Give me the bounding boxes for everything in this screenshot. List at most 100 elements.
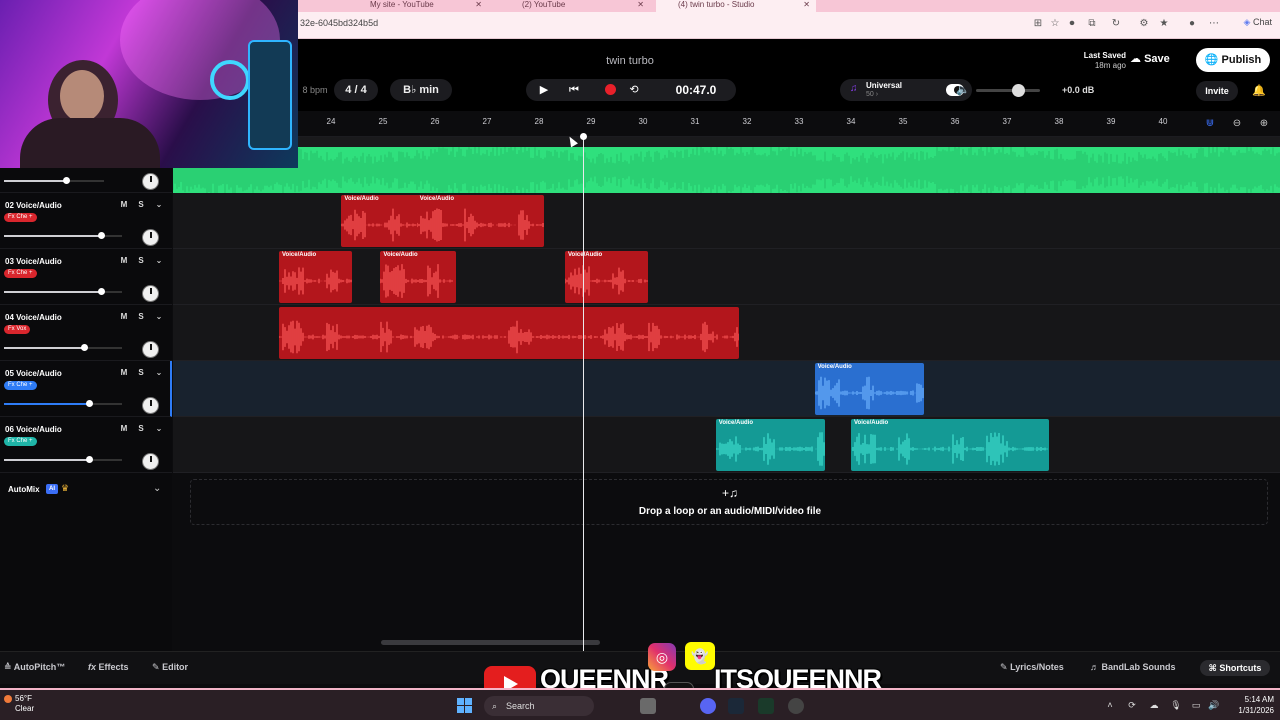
playhead[interactable]	[583, 137, 584, 651]
pan-knob[interactable]	[142, 229, 159, 246]
fader-knob[interactable]	[81, 344, 89, 351]
autopitch-button[interactable]: ≙ AutoPitch™	[4, 662, 65, 673]
fx-badge[interactable]: Fx Che +	[4, 437, 37, 446]
pan-knob[interactable]	[142, 453, 159, 470]
publish-button[interactable]: 🌐 Publish	[1196, 48, 1270, 72]
tempo-field[interactable]: 8 bpm	[298, 79, 332, 101]
track-header[interactable]: 03 Voice/Audio Fx Che + M S ⌄	[0, 249, 172, 305]
fx-badge[interactable]: Fx Che +	[4, 381, 37, 390]
fader-knob[interactable]	[97, 232, 105, 239]
skip-back-button[interactable]: ⏮	[562, 79, 586, 101]
track-header[interactable]: 06 Voice/Audio Fx Che + M S ⌄	[0, 417, 172, 473]
network-icon[interactable]: ⟳	[1126, 699, 1138, 711]
bandlab-sounds-button[interactable]: ♬ BandLab Sounds	[1090, 662, 1176, 672]
timeline-ruler[interactable]: 24 25 26 27 28 29 30 31 32 33 34 35 36 37 38 39 40 ⋓ ⊖ ⊕	[173, 111, 1280, 137]
pan-knob[interactable]	[142, 285, 159, 302]
microphone-icon[interactable]: ⏺	[1066, 18, 1078, 30]
track-name[interactable]: 05 Voice/Audio	[5, 369, 62, 378]
zoom-in-icon[interactable]: ⊕	[1257, 117, 1271, 131]
track-lane[interactable]	[173, 137, 1280, 193]
audio-clip[interactable]: Voice/Audio	[380, 251, 456, 303]
mute-button[interactable]: M	[117, 367, 131, 379]
chevron-down-icon[interactable]: ⌄	[152, 423, 166, 435]
track-volume-fader[interactable]	[4, 232, 122, 239]
pan-knob[interactable]	[142, 397, 159, 414]
audio-clip[interactable]: Voice/Audio	[416, 195, 545, 247]
notification-bell-icon[interactable]: 🔔	[1248, 81, 1270, 101]
track-lane[interactable]	[173, 305, 1280, 361]
url-field[interactable]: 32e-6045bd324b5d	[300, 18, 378, 28]
snap-magnet-icon[interactable]: ⋓	[1203, 117, 1217, 131]
mute-button[interactable]: M	[117, 255, 131, 267]
loop-button[interactable]: ⟲	[622, 79, 646, 101]
close-icon[interactable]: ✕	[475, 0, 482, 10]
weather-widget[interactable]: 56°F Clear	[4, 694, 34, 714]
playhead-handle[interactable]	[580, 133, 587, 140]
mute-button[interactable]: M	[117, 311, 131, 323]
taskbar-clock[interactable]: 5:14 AM 1/31/2026	[1228, 694, 1274, 716]
editor-button[interactable]: ✎ Editor	[152, 662, 188, 673]
track-volume-fader[interactable]	[4, 177, 104, 184]
app-icon[interactable]	[758, 698, 774, 714]
speaker-icon[interactable]: 🔈	[956, 83, 970, 96]
fx-badge[interactable]: Fx Vox	[4, 325, 31, 334]
track-header[interactable]: 02 Voice/Audio Fx Che + M S ⌄	[0, 193, 172, 249]
automix-row[interactable]: AutoMix AI ♛ ⌄	[0, 480, 172, 500]
fx-badge[interactable]: Fx Che +	[4, 269, 37, 278]
obs-icon[interactable]	[788, 698, 804, 714]
browser-tab-active[interactable]: (4) twin turbo - Studio ✕	[656, 0, 816, 12]
mute-button[interactable]: M	[117, 423, 131, 435]
solo-button[interactable]: S	[134, 255, 148, 267]
extension-icon[interactable]: ⚙	[1138, 18, 1150, 30]
track-lane[interactable]: Voice/Audio	[173, 361, 1280, 417]
invite-button[interactable]: Invite	[1196, 81, 1238, 101]
star-icon[interactable]: ☆	[1049, 18, 1061, 30]
chevron-up-icon[interactable]: ˄	[1104, 699, 1116, 711]
master-volume-slider[interactable]	[976, 89, 1040, 92]
solo-button[interactable]: S	[134, 199, 148, 211]
audio-clip[interactable]: Voice/Audio	[715, 419, 825, 471]
record-button[interactable]	[598, 79, 622, 101]
chevron-down-icon[interactable]: ⌄	[152, 199, 166, 211]
extension-icon[interactable]: ⧉	[1086, 18, 1098, 30]
volume-icon[interactable]: 🔊	[1208, 699, 1220, 711]
microphone-icon[interactable]: 🎙	[1170, 699, 1182, 711]
taskbar-search[interactable]: ⌕ Search	[484, 696, 594, 716]
effects-button[interactable]: fx Effects	[88, 662, 129, 672]
play-button[interactable]: ▶	[532, 79, 556, 101]
chevron-down-icon[interactable]: ⌄	[152, 255, 166, 267]
chevron-down-icon[interactable]: ⌄	[153, 483, 161, 494]
solo-button[interactable]: S	[134, 311, 148, 323]
copilot-chat-button[interactable]: ◈ Chat	[1244, 17, 1272, 28]
fader-knob[interactable]	[85, 400, 93, 407]
pan-knob[interactable]	[142, 173, 159, 190]
more-icon[interactable]: ⋯	[1208, 18, 1220, 30]
fader-knob[interactable]	[85, 456, 93, 463]
track-name[interactable]: 03 Voice/Audio	[5, 257, 62, 266]
chevron-down-icon[interactable]: ⌄	[152, 367, 166, 379]
track-name[interactable]: 02 Voice/Audio	[5, 201, 62, 210]
mute-button[interactable]: M	[117, 199, 131, 211]
track-name[interactable]: 04 Voice/Audio	[5, 313, 62, 322]
track-volume-fader[interactable]	[4, 456, 122, 463]
browser-tab[interactable]: (2) YouTube ✕	[500, 0, 650, 12]
profile-icon[interactable]: ●	[1186, 18, 1198, 30]
track-lane[interactable]: Voice/Audio Voice/Audio	[173, 417, 1280, 473]
windows-start-icon[interactable]	[457, 698, 473, 714]
pan-knob[interactable]	[142, 341, 159, 358]
close-icon[interactable]: ✕	[803, 0, 810, 10]
track-lane[interactable]: Voice/Audio Voice/Audio Voice/Audio	[173, 249, 1280, 305]
fader-knob[interactable]	[97, 288, 105, 295]
close-icon[interactable]: ✕	[637, 0, 644, 10]
track-volume-fader[interactable]	[4, 344, 122, 351]
audio-clip[interactable]: Voice/Audio	[814, 363, 924, 415]
cloud-icon[interactable]: ☁	[1148, 699, 1160, 711]
track-lane[interactable]: Voice/Audio Voice/Audio	[173, 193, 1280, 249]
fader-knob[interactable]	[63, 177, 70, 184]
solo-button[interactable]: S	[134, 367, 148, 379]
browser-tab[interactable]: My site - YouTube ✕	[348, 0, 488, 12]
audio-clip[interactable]: Voice/Audio	[851, 419, 1049, 471]
fx-badge[interactable]: Fx Che +	[4, 213, 37, 222]
time-signature-button[interactable]: 4 / 4	[334, 79, 378, 101]
drop-zone[interactable]: +♫ Drop a loop or an audio/MIDI/video fi…	[190, 479, 1268, 525]
